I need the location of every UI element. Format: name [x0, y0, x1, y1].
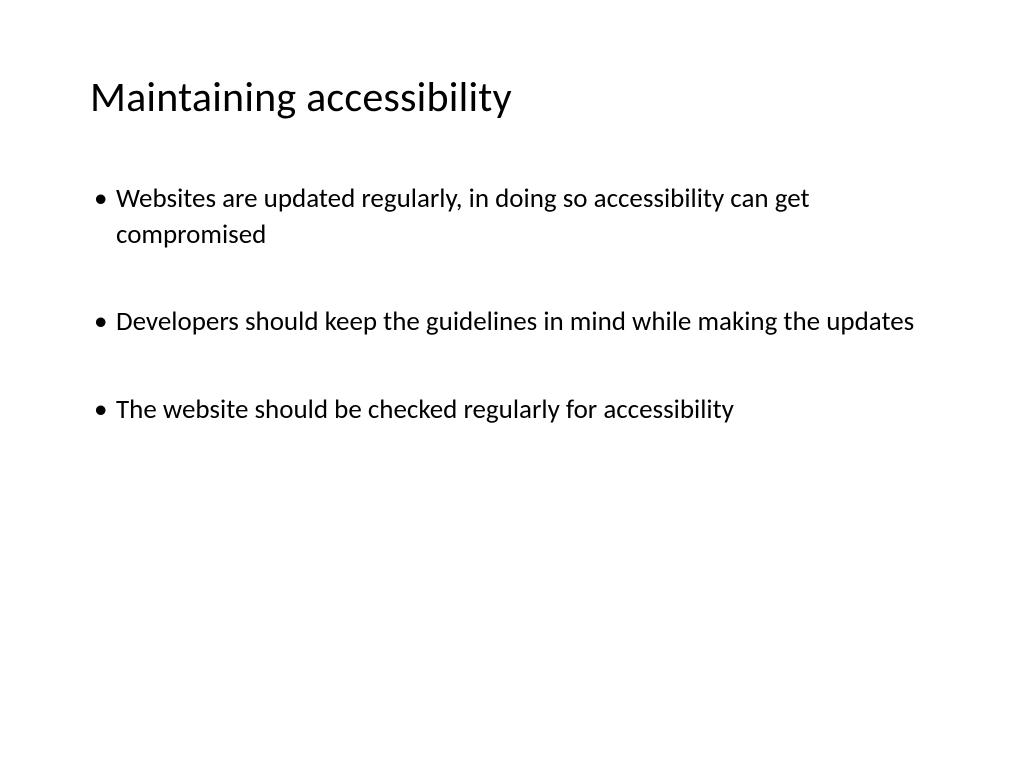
bullet-list: Websites are updated regularly, in doing…	[90, 181, 934, 428]
bullet-item: The website should be checked regularly …	[90, 392, 934, 428]
slide-container: Maintaining accessibility Websites are u…	[0, 0, 1024, 768]
bullet-item: Developers should keep the guidelines in…	[90, 304, 934, 340]
bullet-item: Websites are updated regularly, in doing…	[90, 181, 934, 252]
slide-title: Maintaining accessibility	[90, 72, 934, 123]
